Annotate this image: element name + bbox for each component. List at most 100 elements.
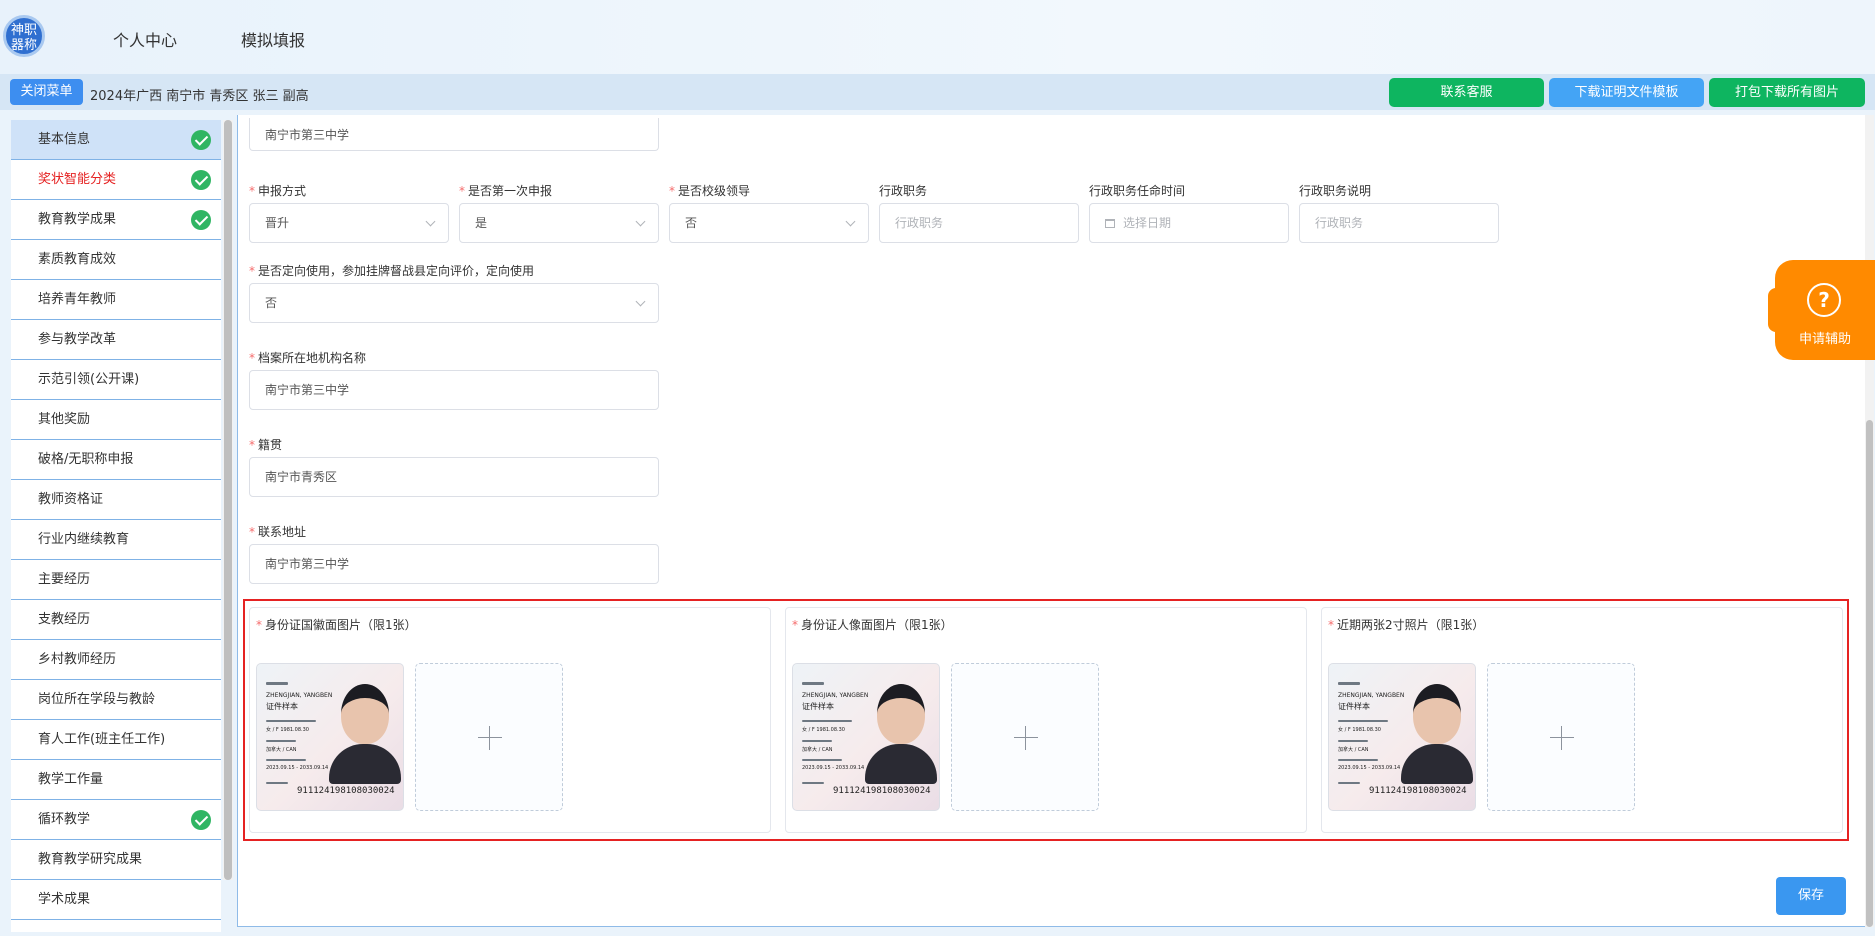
id-card-line: [266, 782, 288, 784]
sidebar-item-label: 破格/无职称申报: [38, 452, 134, 467]
sidebar-item[interactable]: 其他奖励: [11, 400, 221, 440]
sidebar-item[interactable]: 教育教学研究成果: [11, 840, 221, 880]
upload-card: * 身份证国徽面图片（限1张） ZHENGJIAN, YANGBEN 证件样本女 / …: [249, 607, 771, 833]
targeted-use-select[interactable]: 否: [249, 283, 659, 323]
chevron-down-icon: [635, 296, 646, 307]
upload-card: * 身份证人像面图片（限1张） ZHENGJIAN, YANGBEN 证件样本女 / …: [785, 607, 1307, 833]
portrait-body: [1401, 744, 1473, 784]
sidebar-item[interactable]: 破格/无职称申报: [11, 440, 221, 480]
sidebar-item-label: 教育教学研究成果: [38, 852, 143, 867]
sidebar-item-label: 教师资格证: [38, 492, 104, 507]
label-archive-org: * 档案所在地机构名称: [249, 351, 367, 365]
sidebar-item-label: 其他奖励: [38, 412, 91, 427]
nav-personal-center[interactable]: 个人中心: [113, 27, 177, 51]
check-circle-icon: [191, 210, 211, 230]
admin-position-desc-input[interactable]: 行政职务: [1299, 203, 1499, 243]
id-card-name: ZHENGJIAN, YANGBEN: [1338, 692, 1405, 699]
sidebar-item[interactable]: 教师资格证: [11, 480, 221, 520]
sidebar-item-label: 育人工作(班主任工作): [38, 732, 166, 747]
contact-service-button[interactable]: 联系客服: [1389, 78, 1544, 107]
id-card-thumbnail[interactable]: ZHENGJIAN, YANGBEN 证件样本女 / F 1981.08.30 加拿…: [256, 663, 404, 811]
download-all-images-button[interactable]: 打包下载所有图片: [1709, 78, 1865, 107]
portrait-face: [877, 684, 925, 744]
school-name-input[interactable]: 南宁市第三中学: [249, 118, 659, 151]
upload-add-button[interactable]: [1487, 663, 1635, 811]
label-admin-appoint-time: 行政职务任命时间: [1089, 184, 1186, 198]
upload-add-button[interactable]: [415, 663, 563, 811]
plus-icon: [1550, 737, 1574, 738]
save-button[interactable]: 保存: [1776, 877, 1846, 915]
id-card-nation: 加拿大 / CAN: [1338, 747, 1369, 753]
sidebar-item[interactable]: 示范引领(公开课): [11, 360, 221, 400]
id-card-validity: 2023.09.15 - 2033.09.14: [1338, 765, 1401, 771]
sidebar-item[interactable]: 支教经历: [11, 600, 221, 640]
sidebar-item[interactable]: 素质教育成效: [11, 240, 221, 280]
portrait-body: [329, 744, 401, 784]
sidebar-item[interactable]: 岗位所在学段与教龄: [11, 680, 221, 720]
sidebar-item-label: 教育教学成果: [38, 212, 117, 227]
sidebar-scrollbar-thumb[interactable]: [224, 120, 232, 880]
plus-icon-vertical: [1561, 726, 1562, 750]
school-leader-select[interactable]: 否: [669, 203, 869, 243]
sidebar-item[interactable]: 育人工作(班主任工作): [11, 720, 221, 760]
id-card-line: [1338, 682, 1360, 685]
nav-mock-filing[interactable]: 模拟填报: [241, 27, 305, 51]
admin-position-input[interactable]: 行政职务: [879, 203, 1079, 243]
apply-assist-button[interactable]: ? 申请辅助: [1775, 260, 1875, 360]
chevron-down-icon: [845, 216, 856, 227]
close-menu-button[interactable]: 关闭菜单: [10, 79, 83, 105]
sidebar-item[interactable]: 主要经历: [11, 560, 221, 600]
native-place-input[interactable]: 南宁市青秀区: [249, 457, 659, 497]
label-first-apply: * 是否第一次申报: [459, 184, 553, 198]
portrait-face: [1413, 684, 1461, 744]
question-icon: ?: [1807, 283, 1841, 317]
id-card-sex-dob: 女 / F 1981.08.30: [802, 727, 845, 733]
sidebar-item[interactable]: 乡村教师经历: [11, 640, 221, 680]
id-card-thumbnail[interactable]: ZHENGJIAN, YANGBEN 证件样本女 / F 1981.08.30 加拿…: [1328, 663, 1476, 811]
sidebar-item[interactable]: 参与教学改革: [11, 320, 221, 360]
sidebar-item-label: 主要经历: [38, 572, 91, 587]
context-info: 2024年广西 南宁市 青秀区 张三 副高: [90, 89, 309, 104]
id-card-chinese: 证件样本: [802, 702, 834, 711]
sidebar-item-label: 素质教育成效: [38, 252, 117, 267]
id-card-number: 911124198108030024: [833, 786, 931, 796]
main-scrollbar-thumb[interactable]: [1866, 420, 1873, 927]
archive-org-input[interactable]: 南宁市第三中学: [249, 370, 659, 410]
sidebar-item[interactable]: 学术成果: [11, 880, 221, 920]
sidebar-item[interactable]: 奖状智能分类: [11, 160, 221, 200]
apply-assist-label: 申请辅助: [1798, 332, 1851, 347]
sidebar-item[interactable]: 培养青年教师: [11, 280, 221, 320]
check-circle-icon: [191, 170, 211, 190]
plus-icon: [1014, 737, 1038, 738]
id-card-line: [1338, 720, 1388, 722]
app-logo[interactable]: 神职 器称: [3, 15, 45, 57]
chevron-down-icon: [425, 216, 436, 227]
id-card-thumbnail[interactable]: ZHENGJIAN, YANGBEN 证件样本女 / F 1981.08.30 加拿…: [792, 663, 940, 811]
sidebar-item[interactable]: 教育教学成果: [11, 200, 221, 240]
id-card-nation: 加拿大 / CAN: [802, 747, 833, 753]
id-card-line: [802, 759, 842, 761]
sidebar-item-label: 培养青年教师: [38, 292, 117, 307]
label-targeted-use: * 是否定向使用，参加挂牌督战县定向评价，定向使用: [249, 264, 535, 278]
apply-method-select[interactable]: 晋升: [249, 203, 449, 243]
upload-add-button[interactable]: [951, 663, 1099, 811]
id-card-nation: 加拿大 / CAN: [266, 747, 297, 753]
download-template-button[interactable]: 下载证明文件模板: [1549, 78, 1704, 107]
admin-appoint-date-picker[interactable]: 选择日期: [1089, 203, 1289, 243]
check-circle-icon: [191, 130, 211, 150]
sidebar: 基本信息 奖状智能分类教育教学成果 素质教育成效 培养青年教师参与教学改革 示范引领(公…: [11, 120, 221, 932]
label-admin-position: 行政职务: [879, 184, 928, 198]
sidebar-item[interactable]: 行业内继续教育: [11, 520, 221, 560]
label-admin-position-desc: 行政职务说明: [1299, 184, 1372, 198]
sidebar-item[interactable]: 循环教学: [11, 800, 221, 840]
check-circle-icon: [191, 810, 211, 830]
id-card-name: ZHENGJIAN, YANGBEN: [266, 692, 333, 699]
label-native-place: * 籍贯: [249, 438, 283, 452]
portrait-body: [865, 744, 937, 784]
first-apply-select[interactable]: 是: [459, 203, 659, 243]
sidebar-item-label: 支教经历: [38, 612, 91, 627]
contact-address-input[interactable]: 南宁市第三中学: [249, 544, 659, 584]
sidebar-item[interactable]: 基本信息: [11, 120, 221, 160]
sidebar-item[interactable]: 教学工作量: [11, 760, 221, 800]
id-card-line: [802, 782, 824, 784]
